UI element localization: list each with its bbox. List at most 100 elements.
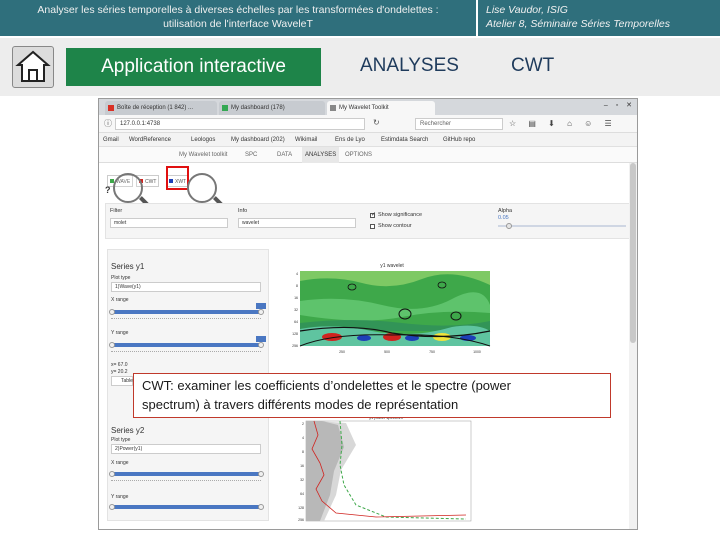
series-y2-title: Series y2 xyxy=(111,426,145,435)
alpha-value: 0.05 xyxy=(498,215,509,221)
browser-tab-label: My Wavelet Toolkit xyxy=(339,105,389,111)
header-title-line-2: utilisation de l'interface WaveleT xyxy=(163,18,313,30)
info-select[interactable]: wavelet xyxy=(238,218,356,228)
tab-spc[interactable]: SPC xyxy=(245,147,257,163)
home-button[interactable] xyxy=(12,46,54,88)
y-range-slider-y1[interactable] xyxy=(111,343,261,347)
y-range-value-tag xyxy=(256,336,266,342)
window-controls[interactable]: – ▫ ✕ xyxy=(604,101,635,109)
y-range-slider-y2[interactable] xyxy=(111,505,261,509)
bookmarks-bar: Gmail WordReference Leologos My dashboar… xyxy=(99,133,637,147)
bookmark-gmail[interactable]: Gmail xyxy=(103,133,119,147)
x-range-slider-y2[interactable] xyxy=(111,472,261,476)
x-range-ticks xyxy=(111,318,261,321)
y-range-label: Y range xyxy=(111,494,129,500)
bookmark-wikimail[interactable]: Wikimail xyxy=(295,133,317,147)
wavelet-favicon-icon xyxy=(330,105,336,111)
browser-search-input[interactable]: Rechercher xyxy=(415,118,503,130)
bookmark-dashboard[interactable]: My dashboard (202) xyxy=(231,133,285,147)
bookmark-wordreference[interactable]: WordReference xyxy=(129,133,171,147)
alpha-label: Alpha xyxy=(498,208,513,214)
header-title: Analyser les séries temporelles à divers… xyxy=(0,0,476,36)
plot-type-select-y1[interactable]: 1)Wave(y1) xyxy=(111,282,261,292)
header-author: Lise Vaudor, ISIG Atelier 8, Séminaire S… xyxy=(476,0,720,36)
x-tick-label: 250 xyxy=(339,350,345,354)
info-icon[interactable]: ⓘ xyxy=(104,118,112,129)
y-tick-label: 256 xyxy=(292,344,298,348)
wavelet-hotspot xyxy=(357,335,371,341)
cursor-x-value: x= 67.0 xyxy=(111,362,128,368)
browser-url-bar: ⓘ 127.0.0.1:4738 ↻ Rechercher ☆ ▤ ⬇ ⌂ ☺ … xyxy=(99,115,637,133)
help-icon[interactable]: ? xyxy=(105,185,111,195)
plot-type-select-y2[interactable]: 2)Power(y1) xyxy=(111,444,261,454)
bookmark-ens-lyon[interactable]: Ens de Lyo xyxy=(335,133,365,147)
y-range-handle-max[interactable] xyxy=(258,342,264,348)
power-spectrum-plot[interactable]: y1 power spectrum 2 4 8 16 32 64 128 256 xyxy=(296,415,476,525)
page-scrollbar[interactable] xyxy=(629,163,637,529)
filter-select[interactable]: molet xyxy=(110,218,228,228)
x-tick-label: 750 xyxy=(429,350,435,354)
url-input[interactable]: 127.0.0.1:4738 xyxy=(115,118,365,130)
slide: Analyser les séries temporelles à divers… xyxy=(0,0,720,540)
mail-favicon-icon xyxy=(108,105,114,111)
alpha-slider-handle[interactable] xyxy=(506,223,512,229)
wavelet-plot[interactable]: y1 wavelet 4 8 16 32 64 128 256 250 500 … xyxy=(292,261,492,356)
x-range-handle-min[interactable] xyxy=(109,309,115,315)
browser-tab-dashboard[interactable]: My dashboard (178) xyxy=(219,101,325,115)
cwt-callout: CWT: examiner les coefficients d’ondelet… xyxy=(133,373,611,418)
show-significance-checkbox[interactable] xyxy=(370,211,376,218)
x-range-label: X range xyxy=(111,297,129,303)
tab-data[interactable]: DATA xyxy=(277,147,292,163)
y-tick-label: 128 xyxy=(298,506,304,510)
reload-icon[interactable]: ↻ xyxy=(373,118,380,127)
y-tick-label: 256 xyxy=(298,518,304,522)
y-tick-label: 16 xyxy=(300,464,304,468)
tab-analyses[interactable]: ANALYSES xyxy=(302,147,340,163)
alpha-slider-track[interactable] xyxy=(498,225,626,227)
bookmark-leologos[interactable]: Leologos xyxy=(191,133,215,147)
y-range-handle-min[interactable] xyxy=(109,504,115,510)
browser-toolbar-icons[interactable]: ☆ ▤ ⬇ ⌂ ☺ ☰ xyxy=(509,119,617,128)
bookmark-github[interactable]: GitHub repo xyxy=(443,133,475,147)
callout-line-1: CWT: examiner les coefficients d’ondelet… xyxy=(142,378,511,393)
application-interactive-button[interactable]: Application interactive xyxy=(66,48,321,86)
y-tick-label: 64 xyxy=(294,320,298,324)
nav-cwt-link[interactable]: CWT xyxy=(511,55,554,77)
show-contour-label: Show contour xyxy=(378,223,412,229)
y-range-handle-max[interactable] xyxy=(258,504,264,510)
table-button-label: Table xyxy=(121,378,133,384)
x-range-value-tag xyxy=(256,303,266,309)
magnifier-icon xyxy=(187,173,217,203)
tab-options[interactable]: OPTIONS xyxy=(345,147,372,163)
browser-tab-wavelet[interactable]: My Wavelet Toolkit xyxy=(327,101,435,115)
page-scrollbar-thumb[interactable] xyxy=(630,163,636,343)
x-range-handle-min[interactable] xyxy=(109,471,115,477)
table-button[interactable]: Table xyxy=(111,376,133,386)
header-title-line-1: Analyser les séries temporelles à divers… xyxy=(37,4,439,16)
nav-analyses-link[interactable]: ANALYSES xyxy=(360,55,459,77)
browser-tab-mail[interactable]: Boîte de réception (1 842) ... xyxy=(105,101,217,115)
x-range-handle-max[interactable] xyxy=(258,471,264,477)
magnifier-icon xyxy=(113,173,143,203)
plot-type-label: Plot type xyxy=(111,437,131,443)
home-icon xyxy=(15,50,51,82)
cwt-highlight-box xyxy=(166,166,189,190)
header-author-line-2: Atelier 8, Séminaire Séries Temporelles xyxy=(486,18,671,30)
x-tick-label: 500 xyxy=(384,350,390,354)
app-tab-bar: My Wavelet toolkit SPC DATA ANALYSES OPT… xyxy=(99,147,637,163)
tab-toolkit[interactable]: My Wavelet toolkit xyxy=(179,147,227,163)
y-tick-label: 64 xyxy=(300,492,304,496)
x-range-ticks xyxy=(111,480,261,483)
x-range-slider-y1[interactable] xyxy=(111,310,261,314)
subtab-label: CWT xyxy=(145,179,157,185)
x-range-handle-max[interactable] xyxy=(258,309,264,315)
show-contour-checkbox[interactable] xyxy=(370,224,375,229)
slide-header: Analyser les séries temporelles à divers… xyxy=(0,0,720,38)
y-range-handle-min[interactable] xyxy=(109,342,115,348)
filter-label: Filter xyxy=(110,208,123,214)
y-tick-label: 16 xyxy=(294,296,298,300)
bookmark-estimdata[interactable]: Estimdata Search xyxy=(381,133,428,147)
y-tick-label: 4 xyxy=(302,436,304,440)
y-tick-label: 32 xyxy=(294,308,298,312)
dashboard-favicon-icon xyxy=(222,105,228,111)
